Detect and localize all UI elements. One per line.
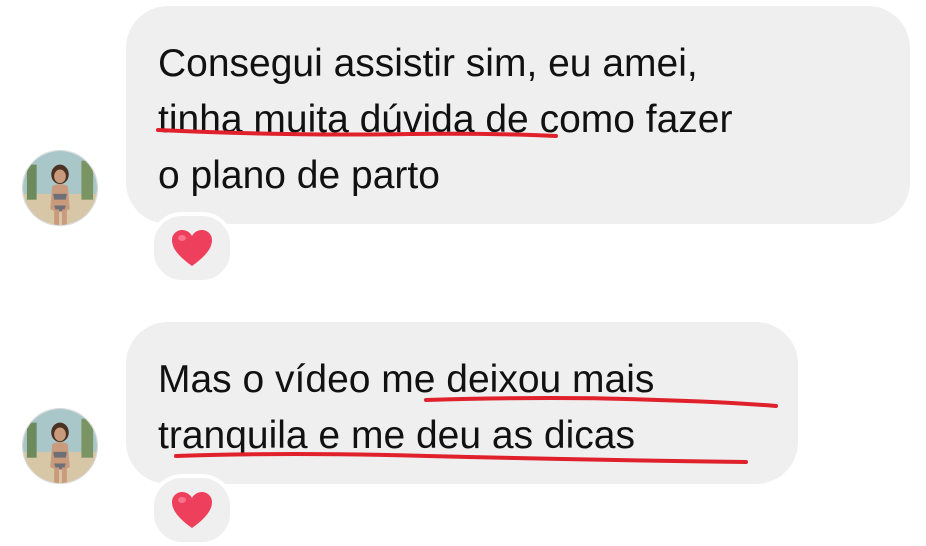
sender-avatar[interactable] bbox=[22, 408, 98, 484]
avatar-photo bbox=[23, 151, 97, 225]
message-line: Mas o vídeo me deixou mais bbox=[158, 358, 655, 401]
reaction-badge[interactable] bbox=[150, 474, 234, 546]
message-bubble[interactable]: Consegui assistir sim, eu amei, tinha mu… bbox=[126, 6, 910, 224]
message-line: Consegui assistir sim, eu amei, bbox=[158, 42, 698, 85]
message-line: tranquila e me deu as dicas bbox=[158, 414, 635, 457]
message-line: tinha muita dúvida de como fazer bbox=[158, 98, 733, 141]
heart-icon bbox=[172, 492, 212, 528]
message-bubble[interactable]: Mas o vídeo me deixou mais tranquila e m… bbox=[126, 322, 798, 484]
message-line: o plano de parto bbox=[158, 154, 440, 197]
sender-avatar[interactable] bbox=[22, 150, 98, 226]
avatar-photo bbox=[23, 409, 97, 483]
reaction-badge[interactable] bbox=[150, 212, 234, 284]
heart-icon bbox=[172, 230, 212, 266]
